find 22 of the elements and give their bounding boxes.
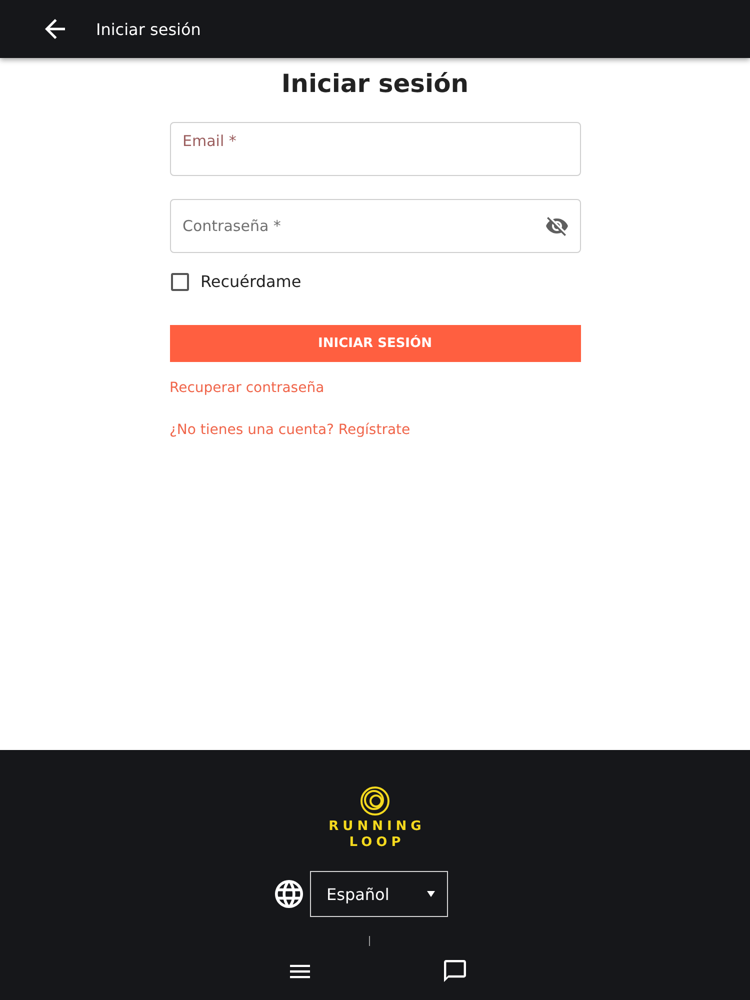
- logo-text: RUNNING: [328, 819, 426, 835]
- email-label: Email *: [182, 132, 236, 150]
- register-link[interactable]: ¿No tienes una cuenta? Regístrate: [170, 420, 410, 440]
- recover-password-link[interactable]: Recuperar contraseña: [170, 378, 324, 398]
- remember-label: Recuérdame: [200, 272, 302, 291]
- login-button[interactable]: INICIAR SESIÓN: [170, 325, 580, 362]
- page-heading: Iniciar sesión: [281, 68, 469, 100]
- remember-checkbox[interactable]: [170, 272, 188, 290]
- language-select[interactable]: Español: [310, 871, 448, 917]
- eye-off-icon[interactable]: [546, 215, 568, 237]
- chat-bubble-icon[interactable]: [444, 960, 466, 982]
- password-field[interactable]: Contraseña *: [170, 199, 580, 253]
- menu-icon[interactable]: [290, 964, 310, 978]
- email-field[interactable]: Email *: [170, 122, 580, 176]
- globe-icon: [274, 880, 302, 908]
- app-bar-title: Iniciar sesión: [96, 20, 201, 38]
- logo-text: LOOP: [348, 835, 406, 851]
- back-arrow-icon: [45, 19, 65, 39]
- back-button[interactable]: [45, 19, 65, 39]
- caret-icon: [426, 891, 434, 897]
- logo-rings-icon: [360, 786, 390, 816]
- password-label: Contraseña *: [182, 217, 281, 235]
